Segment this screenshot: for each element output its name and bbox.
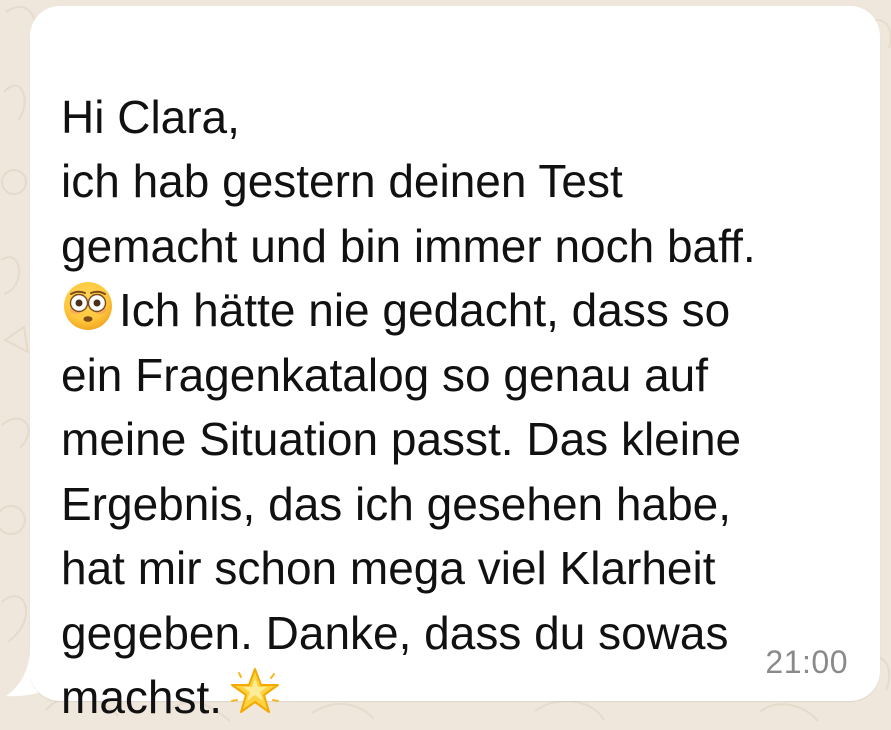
incoming-message-bubble[interactable]: Hi Clara, ich hab gestern deinen Test ge… bbox=[0, 0, 891, 723]
message-line: gegeben. Danke, dass du sowas bbox=[61, 606, 729, 659]
message-line: meine Situation passt. Das kleine bbox=[61, 413, 742, 465]
message-line: Ich hätte nie gedacht, dass so bbox=[119, 284, 731, 336]
message-text: Hi Clara, ich hab gestern deinen Test ge… bbox=[61, 20, 861, 730]
message-line: ein Fragenkatalog so genau auf bbox=[61, 348, 709, 401]
message-line: hat mir schon mega viel Klarheit bbox=[61, 542, 716, 594]
message-line: machst. bbox=[61, 671, 223, 723]
glowing-star-icon bbox=[231, 668, 280, 713]
message-greeting: Hi Clara, bbox=[61, 90, 240, 143]
message-line: Ergebnis, das ich gesehen habe, bbox=[61, 477, 732, 530]
message-line: gemacht und bin immer noch baff. bbox=[61, 219, 756, 272]
message-line-with-emoji: Ich hätte nie gedacht, dass so bbox=[61, 282, 731, 336]
message-timestamp: 21:00 bbox=[765, 644, 848, 680]
flushed-face-icon bbox=[64, 282, 112, 330]
message-line-with-emoji: machst. bbox=[61, 668, 286, 723]
message-line: ich hab gestern deinen Test bbox=[61, 155, 623, 207]
